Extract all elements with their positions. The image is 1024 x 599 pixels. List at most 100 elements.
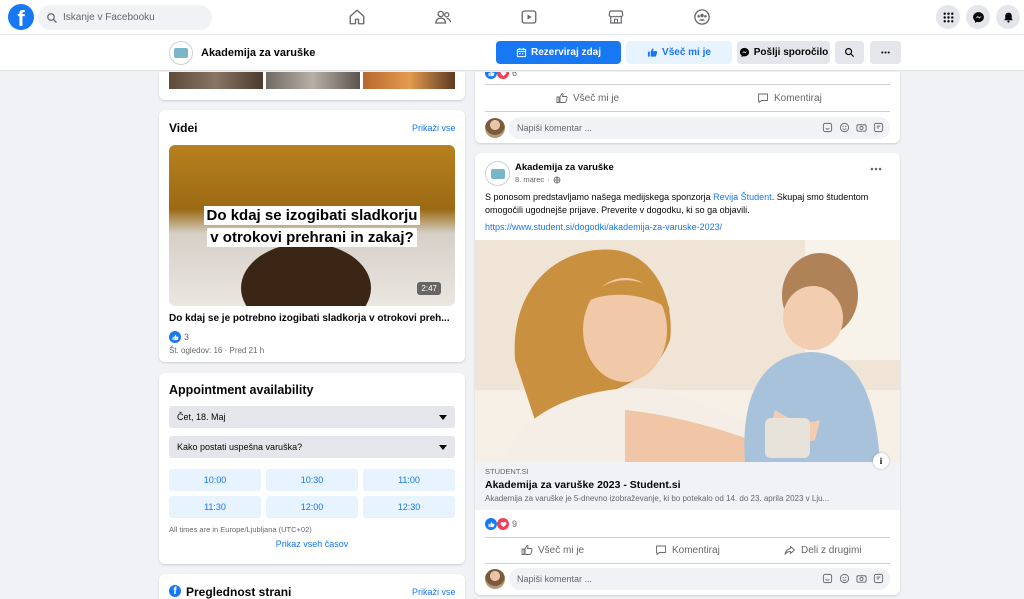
time-slot-button[interactable]: 12:00 [266, 496, 358, 518]
send-message-label: Pošlji sporočilo [753, 47, 829, 58]
page-avatar[interactable] [169, 41, 193, 65]
calendar-icon [516, 47, 527, 58]
video-person-silhouette [241, 243, 371, 306]
search-input[interactable] [63, 12, 203, 23]
time-slot-button[interactable]: 12:30 [363, 496, 455, 518]
photos-card [159, 72, 465, 100]
friends-icon[interactable] [433, 7, 453, 27]
link-domain: STUDENT.SI [485, 467, 529, 476]
info-icon[interactable]: i [873, 453, 889, 469]
marketplace-icon[interactable] [606, 7, 626, 27]
reaction-count[interactable]: 9 [512, 519, 517, 529]
video-duration: 2:47 [417, 282, 441, 295]
search-icon [845, 48, 855, 58]
link-title: Akademija za varuške 2023 - Student.si [485, 479, 681, 491]
comment-placeholder: Napiši komentar ... [517, 123, 593, 133]
post-like-button[interactable]: Všeč mi je [556, 92, 619, 104]
videos-card: Videi Prikaži vse Do kdaj se izogibati s… [159, 110, 465, 362]
post-date[interactable]: 8. marec · [515, 175, 561, 184]
post-like-label: Všeč mi je [573, 92, 620, 104]
post-mention-link[interactable]: Revija Študent [713, 192, 772, 202]
like-reaction-icon [169, 331, 181, 343]
page-name[interactable]: Akademija za varuške [201, 47, 315, 59]
camera-icon[interactable] [856, 573, 867, 584]
divider [485, 563, 890, 564]
gif-icon[interactable] [873, 122, 884, 133]
post-text-part: S ponosom predstavljamo našega medijskeg… [485, 192, 714, 202]
thumbs-up-icon [647, 48, 658, 57]
send-message-button[interactable]: Pošlji sporočilo [737, 41, 830, 64]
photo-thumbnail[interactable] [266, 72, 360, 89]
comment-placeholder: Napiši komentar ... [517, 574, 593, 584]
search-bar[interactable] [38, 5, 212, 30]
page-search-button[interactable] [835, 41, 864, 64]
time-slot-button[interactable]: 10:30 [266, 469, 358, 491]
videos-see-all-link[interactable]: Prikaži vse [412, 123, 456, 133]
gif-icon[interactable] [873, 573, 884, 584]
page-transparency-card: f Preglednost strani Prikaži vse [159, 574, 465, 599]
more-options-button[interactable] [870, 41, 901, 64]
menu-grid-icon[interactable] [936, 5, 960, 29]
watch-icon[interactable] [519, 7, 539, 27]
post-like-label: Všeč mi je [538, 544, 585, 556]
divider [485, 84, 890, 85]
post-author-avatar[interactable] [485, 161, 510, 186]
time-slot-button[interactable]: 11:30 [169, 496, 261, 518]
home-icon[interactable] [347, 7, 367, 27]
video-thumbnail[interactable]: Do kdaj se izogibati sladkorju v otrokov… [169, 145, 455, 306]
link-description: Akademija za varuške je 5-dnevno izobraž… [485, 494, 830, 503]
facebook-logo-letter: f [17, 6, 25, 30]
video-title[interactable]: Do kdaj se je potrebno izogibati sladkor… [169, 313, 457, 324]
sticker-icon[interactable] [822, 122, 833, 133]
page-like-button[interactable]: Všeč mi je [626, 41, 732, 64]
video-like-count[interactable]: 3 [184, 332, 189, 342]
post-comment-button[interactable]: Komentiraj [757, 92, 822, 104]
link-preview[interactable]: STUDENT.SI Akademija za varuške 2023 - S… [475, 453, 900, 510]
reaction-count[interactable]: 6 [512, 72, 517, 78]
notifications-bell-icon[interactable] [996, 5, 1020, 29]
love-reaction-icon [497, 518, 509, 530]
more-dots-icon [870, 167, 882, 171]
show-all-times-link[interactable]: Prikaz vseh časov [159, 539, 465, 549]
photo-thumbnail[interactable] [363, 72, 455, 89]
comment-input[interactable]: Napiši komentar ... [509, 568, 890, 590]
emoji-icon[interactable] [839, 573, 850, 584]
post-photo[interactable] [475, 240, 900, 462]
dropdown-caret-icon [439, 445, 447, 450]
videos-card-title: Videi [169, 121, 198, 135]
groups-icon[interactable] [692, 7, 712, 27]
sticker-icon[interactable] [822, 573, 833, 584]
love-reaction-icon [497, 72, 509, 79]
book-now-button[interactable]: Rezerviraj zdaj [496, 41, 621, 64]
post-share-button[interactable]: Deli z drugimi [784, 544, 862, 556]
time-slot-button[interactable]: 10:00 [169, 469, 261, 491]
mother-and-child-illustration [475, 240, 900, 462]
messenger-icon [739, 47, 749, 58]
post-like-button[interactable]: Všeč mi je [521, 544, 584, 556]
emoji-icon[interactable] [839, 122, 850, 133]
comment-input[interactable]: Napiši komentar ... [509, 117, 890, 139]
time-slot-button[interactable]: 11:00 [363, 469, 455, 491]
user-avatar[interactable] [485, 569, 505, 589]
like-reaction-icon [485, 72, 497, 79]
post-url-link[interactable]: https://www.student.si/dogodki/akademija… [485, 222, 722, 232]
facebook-logo[interactable]: f [8, 4, 34, 30]
camera-icon[interactable] [856, 122, 867, 133]
facebook-small-logo-letter: f [173, 586, 177, 597]
date-select-value: Čet, 18. Maj [177, 412, 226, 422]
messenger-icon[interactable] [966, 5, 990, 29]
comment-bubble-icon [758, 93, 768, 103]
post-share-label: Deli z drugimi [801, 544, 862, 556]
divider [485, 537, 890, 538]
thumbs-up-outline-icon [556, 93, 568, 103]
post-comment-button[interactable]: Komentiraj [655, 544, 720, 556]
post-options-button[interactable] [869, 162, 889, 180]
appointment-card: Appointment availability Čet, 18. Maj Ka… [159, 373, 465, 564]
photo-thumbnail[interactable] [169, 72, 263, 89]
date-select[interactable]: Čet, 18. Maj [169, 406, 455, 428]
service-select[interactable]: Kako postati uspešna varuška? [169, 436, 455, 458]
post-author-name[interactable]: Akademija za varuške [515, 162, 614, 173]
page-transparency-see-all-link[interactable]: Prikaži vse [412, 587, 456, 597]
user-avatar[interactable] [485, 118, 505, 138]
post-card: Akademija za varuške 8. marec · S ponoso… [475, 153, 900, 595]
